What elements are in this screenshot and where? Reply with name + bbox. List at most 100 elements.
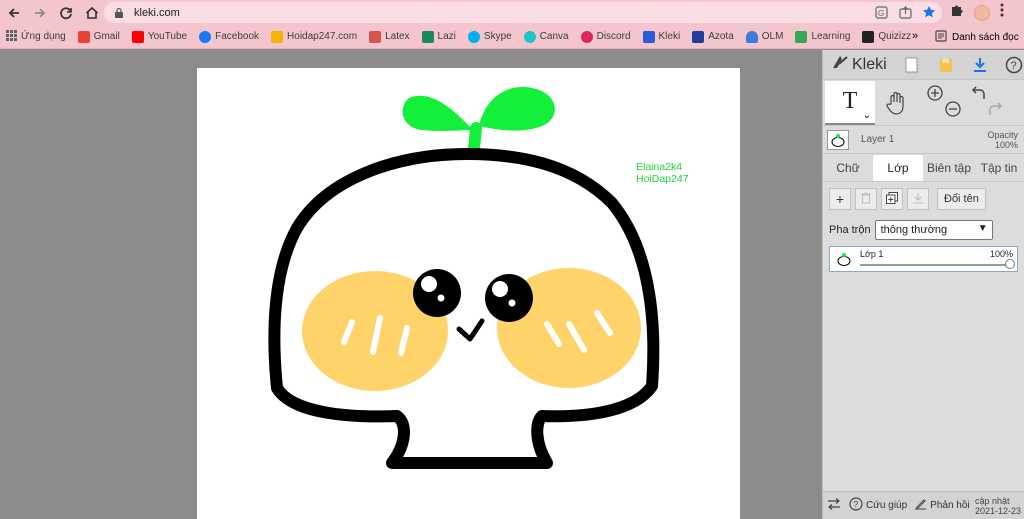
feedback-button[interactable]: Phản hồi (911, 498, 973, 513)
canvas-area[interactable]: Elaina2k4 HoiDap247 (0, 50, 822, 519)
rename-layer-button[interactable]: Đổi tên (937, 188, 986, 210)
drawing-canvas[interactable]: Elaina2k4 HoiDap247 (197, 68, 740, 519)
hoidap-icon (271, 30, 284, 43)
home-button[interactable] (80, 1, 104, 25)
update-info[interactable]: cập nhật 2021-12-23 (975, 496, 1021, 516)
blend-mode-select[interactable]: thông thường ▼ (874, 220, 993, 240)
zoom-in-icon[interactable] (927, 84, 943, 106)
trash-icon (861, 191, 871, 207)
layer-item-opacity: 100% (989, 249, 1013, 259)
bookmark-item[interactable]: Lazi (416, 30, 462, 43)
olm-icon (745, 30, 758, 43)
bookmark-item[interactable]: Latex (363, 30, 415, 43)
reload-button[interactable] (54, 1, 78, 25)
bookmark-star-icon[interactable] (922, 5, 936, 19)
bookmark-label: YouTube (147, 31, 188, 42)
tab-layers[interactable]: Lớp (873, 155, 923, 181)
bookmark-item[interactable]: Discord (575, 30, 637, 43)
new-file-icon[interactable] (903, 56, 921, 74)
svg-text:?: ? (853, 500, 858, 510)
blend-mode-label: Pha trộn (829, 224, 871, 236)
help-button[interactable]: ? Cứu giúp (845, 497, 911, 514)
reading-list-button[interactable]: Danh sách đọc (935, 25, 1019, 49)
bookmark-label: Latex (385, 31, 410, 42)
tab-file[interactable]: Tập tin (975, 155, 1023, 181)
text-tool-button[interactable]: T ⌄ (825, 80, 875, 125)
hand-tool-button[interactable] (875, 81, 919, 125)
plus-icon: + (835, 191, 845, 207)
extensions-icon[interactable] (950, 3, 964, 22)
svg-text:?: ? (1010, 60, 1016, 72)
address-bar[interactable]: kleki.com G (104, 2, 942, 23)
add-layer-button[interactable]: + (829, 188, 851, 210)
merge-layer-button[interactable] (907, 188, 929, 210)
more-menu-icon[interactable] (1000, 3, 1004, 22)
discord-icon (580, 30, 593, 43)
bookmarks-overflow-button[interactable]: » (912, 30, 918, 42)
browser-toolbar: kleki.com G (0, 0, 1024, 25)
tool-row: T ⌄ (823, 80, 1024, 126)
layer-opacity-slider-track[interactable] (860, 264, 1009, 266)
azota-icon (692, 30, 705, 43)
forward-button[interactable] (28, 1, 52, 25)
feedback-icon (915, 498, 927, 513)
bookmark-label: Discord (596, 31, 631, 42)
bookmark-item[interactable]: Kleki (637, 30, 687, 43)
watermark-line-1: Elaina2k4 (636, 161, 682, 173)
home-icon (85, 6, 99, 19)
chevron-down-icon[interactable]: ⌄ (863, 110, 871, 121)
bookmark-item[interactable]: Gmail (72, 30, 126, 43)
bookmark-item[interactable]: YouTube (126, 30, 193, 43)
share-icon[interactable] (898, 5, 912, 19)
blend-mode-value: thông thường (880, 224, 948, 236)
bookmark-label: Kleki (658, 31, 681, 42)
canva-icon (523, 30, 536, 43)
download-icon[interactable] (971, 56, 989, 74)
kleki-logo[interactable]: Kleki (831, 54, 887, 75)
bookmark-item[interactable]: Ứng dụng (0, 29, 72, 44)
opacity-label: Opacity (987, 129, 1018, 140)
bookmark-label: Canva (539, 31, 569, 42)
bookmark-item[interactable]: Facebook (193, 30, 265, 43)
bookmark-label: Skype (483, 31, 512, 42)
update-date: 2021-12-23 (974, 505, 1021, 516)
text-tool-icon: T (842, 88, 858, 114)
tab-edit[interactable]: Biên tập (923, 155, 975, 181)
layer-opacity-slider-knob[interactable] (1005, 259, 1015, 269)
bookmark-item[interactable]: Skype (462, 30, 518, 43)
layer-thumbnail[interactable] (827, 129, 849, 150)
bookmark-item[interactable]: Azota (686, 30, 740, 43)
translate-icon[interactable]: G (874, 5, 888, 19)
kleki-icon (642, 30, 655, 43)
layer-list-item[interactable]: Lớp 1 100% (829, 246, 1018, 272)
facebook-icon (199, 30, 212, 43)
undo-icon[interactable] (971, 85, 987, 106)
bookmark-item[interactable]: OLM (740, 30, 790, 43)
youtube-icon (131, 30, 144, 43)
swap-panel-button[interactable] (823, 498, 845, 513)
bookmark-item[interactable]: Quizizz (856, 30, 917, 43)
undo-redo-controls (963, 81, 1007, 125)
profile-avatar[interactable] (974, 4, 990, 21)
update-label: cập nhật (974, 495, 1010, 506)
save-icon[interactable] (937, 56, 955, 74)
swap-arrows-icon (827, 498, 841, 513)
layer-tools: + Đổi tên (823, 182, 1024, 216)
bookmark-label: Gmail (93, 31, 120, 42)
opacity-value: 100% (994, 139, 1018, 150)
back-button[interactable] (2, 1, 26, 25)
bookmark-item[interactable]: Hoidap247.com (265, 30, 363, 43)
layer-item-name: Lớp 1 (860, 249, 884, 259)
tab-text[interactable]: Chữ (823, 155, 873, 181)
sprout-leaf-left (402, 95, 473, 131)
zoom-out-icon[interactable] (945, 100, 961, 122)
apps-grid-icon (6, 29, 17, 44)
help-icon[interactable]: ? (1005, 56, 1023, 74)
svg-text:G: G (878, 9, 884, 18)
bookmark-item[interactable]: Canva (518, 30, 575, 43)
bookmark-item[interactable]: Learning (789, 30, 856, 43)
bookmark-label: Ứng dụng (21, 31, 66, 42)
duplicate-layer-button[interactable] (881, 188, 903, 210)
delete-layer-button[interactable] (855, 188, 877, 210)
redo-icon[interactable] (987, 101, 1003, 122)
